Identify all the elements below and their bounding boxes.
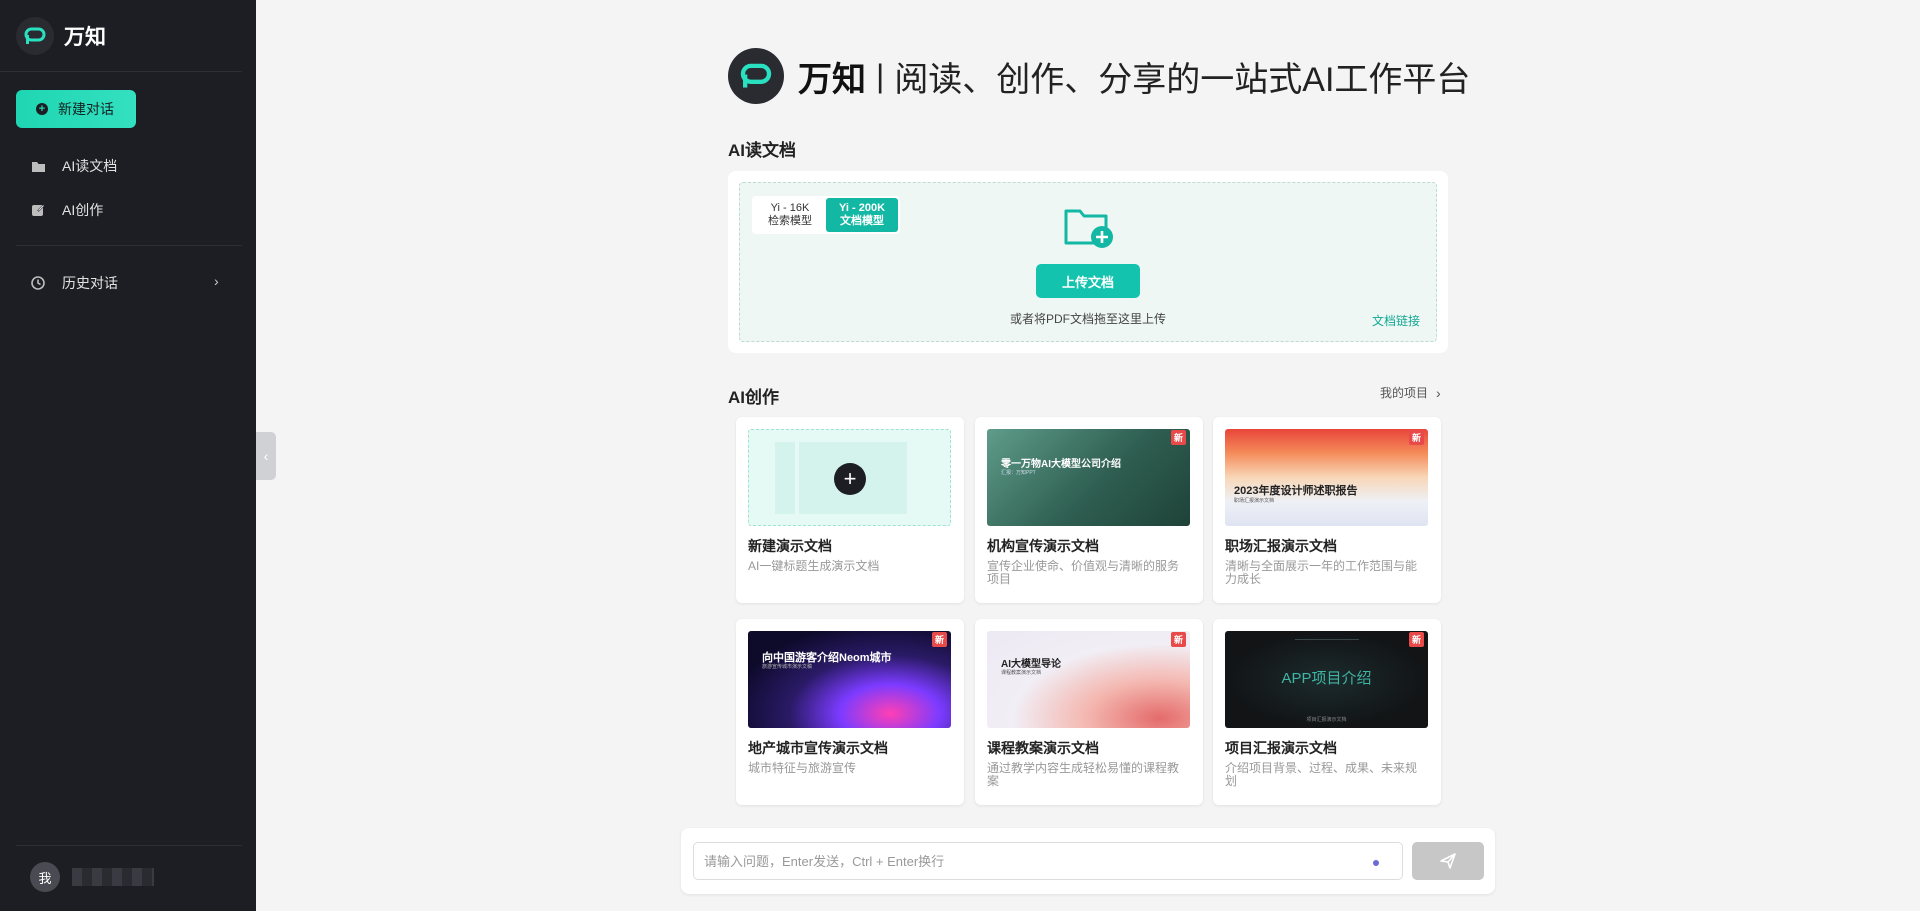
- thumb-title: AI大模型导论: [1001, 659, 1061, 670]
- avatar: 我: [30, 862, 60, 892]
- send-button[interactable]: [1412, 842, 1484, 880]
- tile-work-report[interactable]: 2023年度设计师述职报告 职场汇报演示文档 新 职场汇报演示文档 清晰与全面展…: [1213, 417, 1441, 603]
- hero-brand: 万知: [798, 60, 866, 99]
- sidebar-item-label: 历史对话: [62, 275, 118, 291]
- drop-hint: 或者将PDF文档拖至这里上传: [1009, 312, 1166, 326]
- tile-project-report[interactable]: APP项目介绍 项目汇报演示文档 新 项目汇报演示文档 介绍项目背景、过程、成果…: [1213, 619, 1441, 805]
- tile-title: 职场汇报演示文档: [1225, 538, 1337, 554]
- tile-desc: 城市特征与旅游宣传: [748, 761, 857, 775]
- upload-document-button[interactable]: 上传文档: [1036, 264, 1140, 298]
- app-name: 万知: [64, 25, 106, 49]
- new-badge: 新: [931, 632, 947, 647]
- hero-logo-icon: [728, 48, 784, 104]
- sidebar-item-label: AI读文档: [62, 158, 118, 174]
- thumb-subtitle: 旅游宣传城市演示文稿: [762, 664, 813, 670]
- chat-input[interactable]: [693, 842, 1403, 880]
- model-option-line1: Yi - 200K: [838, 202, 886, 214]
- hero-tagline: 阅读、创作、分享的一站式AI工作平台: [894, 60, 1471, 99]
- doc-link-button[interactable]: 文档链接: [1372, 312, 1420, 329]
- tile-title: 项目汇报演示文档: [1225, 740, 1337, 756]
- folder-icon: [30, 158, 46, 174]
- sidebar-item-ai-create[interactable]: AI创作: [30, 200, 230, 220]
- tile-thumbnail: APP项目介绍 项目汇报演示文档 新: [1225, 631, 1428, 728]
- my-projects-label: 我的项目: [1380, 386, 1429, 400]
- chevron-right-icon: ›: [1436, 384, 1441, 401]
- thumb-subtitle: 项目汇报演示文档: [1306, 717, 1347, 723]
- sidebar-logo[interactable]: 万知: [0, 0, 242, 72]
- new-badge: 新: [1170, 632, 1186, 647]
- tile-org-promo[interactable]: 零一万物AI大模型公司介绍 汇报：万知PPT 新 机构宣传演示文档 宣传企业使命…: [975, 417, 1203, 603]
- tile-desc: 清晰与全面展示一年的工作范围与能力成长: [1225, 559, 1418, 586]
- divider: [16, 245, 242, 246]
- voice-indicator-icon[interactable]: [1373, 860, 1379, 866]
- tile-title: 机构宣传演示文档: [987, 538, 1099, 554]
- user-profile[interactable]: 我: [30, 862, 154, 892]
- new-chat-button[interactable]: + 新建对话: [16, 90, 136, 128]
- chevron-left-icon: ‹: [263, 448, 269, 464]
- model-option-line2: 检索模型: [768, 215, 812, 227]
- send-icon: [1440, 853, 1456, 869]
- sidebar-item-label: AI创作: [62, 202, 104, 218]
- divider: [16, 845, 242, 846]
- thumb-subtitle: 汇报：万知PPT: [1001, 470, 1036, 476]
- sidebar-item-history[interactable]: 历史对话 ›: [30, 273, 230, 293]
- hero-header: 万知 | 阅读、创作、分享的一站式AI工作平台: [728, 48, 1470, 104]
- user-name-redacted: [72, 868, 154, 886]
- tile-city-promo[interactable]: 向中国游客介绍Neom城市 旅游宣传城市演示文稿 新 地产城市宣传演示文档 城市…: [736, 619, 964, 805]
- my-projects-link[interactable]: 我的项目 ›: [1380, 384, 1441, 401]
- sidebar-collapse-button[interactable]: ‹: [256, 432, 276, 480]
- tile-desc: 介绍项目背景、过程、成果、未来规划: [1225, 761, 1418, 788]
- tile-title: 新建演示文档: [748, 538, 832, 554]
- folder-upload-icon: [1064, 205, 1116, 254]
- tile-desc: 宣传企业使命、价值观与清晰的服务项目: [987, 559, 1180, 586]
- model-option-line2: 文档模型: [840, 215, 884, 227]
- tile-desc: 通过教学内容生成轻松易懂的课程教案: [987, 761, 1180, 788]
- new-badge: 新: [1408, 632, 1424, 647]
- tile-desc: AI一键标题生成演示文档: [748, 559, 880, 573]
- thumb-subtitle: 职场汇报演示文档: [1234, 498, 1275, 504]
- app-logo-icon: [16, 16, 54, 55]
- thumb-title: 零一万物AI大模型公司介绍: [1001, 459, 1121, 470]
- doc-drop-zone[interactable]: Yi - 16K 检索模型 Yi - 200K 文档模型 上传文档 或者将PDF…: [739, 182, 1437, 342]
- tile-thumbnail: 向中国游客介绍Neom城市 旅游宣传城市演示文稿 新: [748, 631, 951, 728]
- model-option-line1: Yi - 16K: [770, 202, 810, 214]
- tile-title: 地产城市宣传演示文档: [748, 740, 888, 756]
- edit-icon: [30, 202, 46, 218]
- model-switch: Yi - 16K 检索模型 Yi - 200K 文档模型: [752, 196, 900, 234]
- hero-separator: |: [876, 57, 885, 94]
- tile-thumbnail: +: [748, 429, 951, 526]
- tile-thumbnail: 2023年度设计师述职报告 职场汇报演示文档 新: [1225, 429, 1428, 526]
- tile-thumbnail: AI大模型导论 课程教案演示文档 新: [987, 631, 1190, 728]
- thumb-title: 2023年度设计师述职报告: [1234, 485, 1358, 497]
- plus-icon: +: [36, 103, 48, 115]
- thumb-subtitle: 课程教案演示文档: [1001, 670, 1042, 676]
- section-title-ai-create: AI创作: [728, 388, 779, 407]
- tile-title: 课程教案演示文档: [987, 740, 1099, 756]
- sidebar-item-ai-read-doc[interactable]: AI读文档: [30, 156, 230, 176]
- sidebar: 万知 + 新建对话 AI读文档 AI创作 历史对话 › 我: [0, 0, 256, 911]
- thumb-title: APP项目介绍: [1281, 670, 1372, 687]
- model-option-200k[interactable]: Yi - 200K 文档模型: [826, 198, 898, 232]
- model-option-16k[interactable]: Yi - 16K 检索模型: [754, 198, 826, 232]
- new-chat-label: 新建对话: [58, 101, 114, 117]
- new-badge: 新: [1408, 430, 1424, 445]
- tile-course-plan[interactable]: AI大模型导论 课程教案演示文档 新 课程教案演示文档 通过教学内容生成轻松易懂…: [975, 619, 1203, 805]
- section-title-ai-read-doc: AI读文档: [728, 141, 796, 160]
- chat-bar: [681, 828, 1495, 894]
- tile-thumbnail: 零一万物AI大模型公司介绍 汇报：万知PPT 新: [987, 429, 1190, 526]
- history-icon: [30, 275, 46, 291]
- new-badge: 新: [1170, 430, 1186, 445]
- chevron-right-icon: ›: [214, 273, 219, 289]
- doc-upload-card: Yi - 16K 检索模型 Yi - 200K 文档模型 上传文档 或者将PDF…: [728, 171, 1448, 353]
- plus-icon: +: [834, 463, 866, 495]
- tile-new-presentation[interactable]: + 新建演示文档 AI一键标题生成演示文档: [736, 417, 964, 603]
